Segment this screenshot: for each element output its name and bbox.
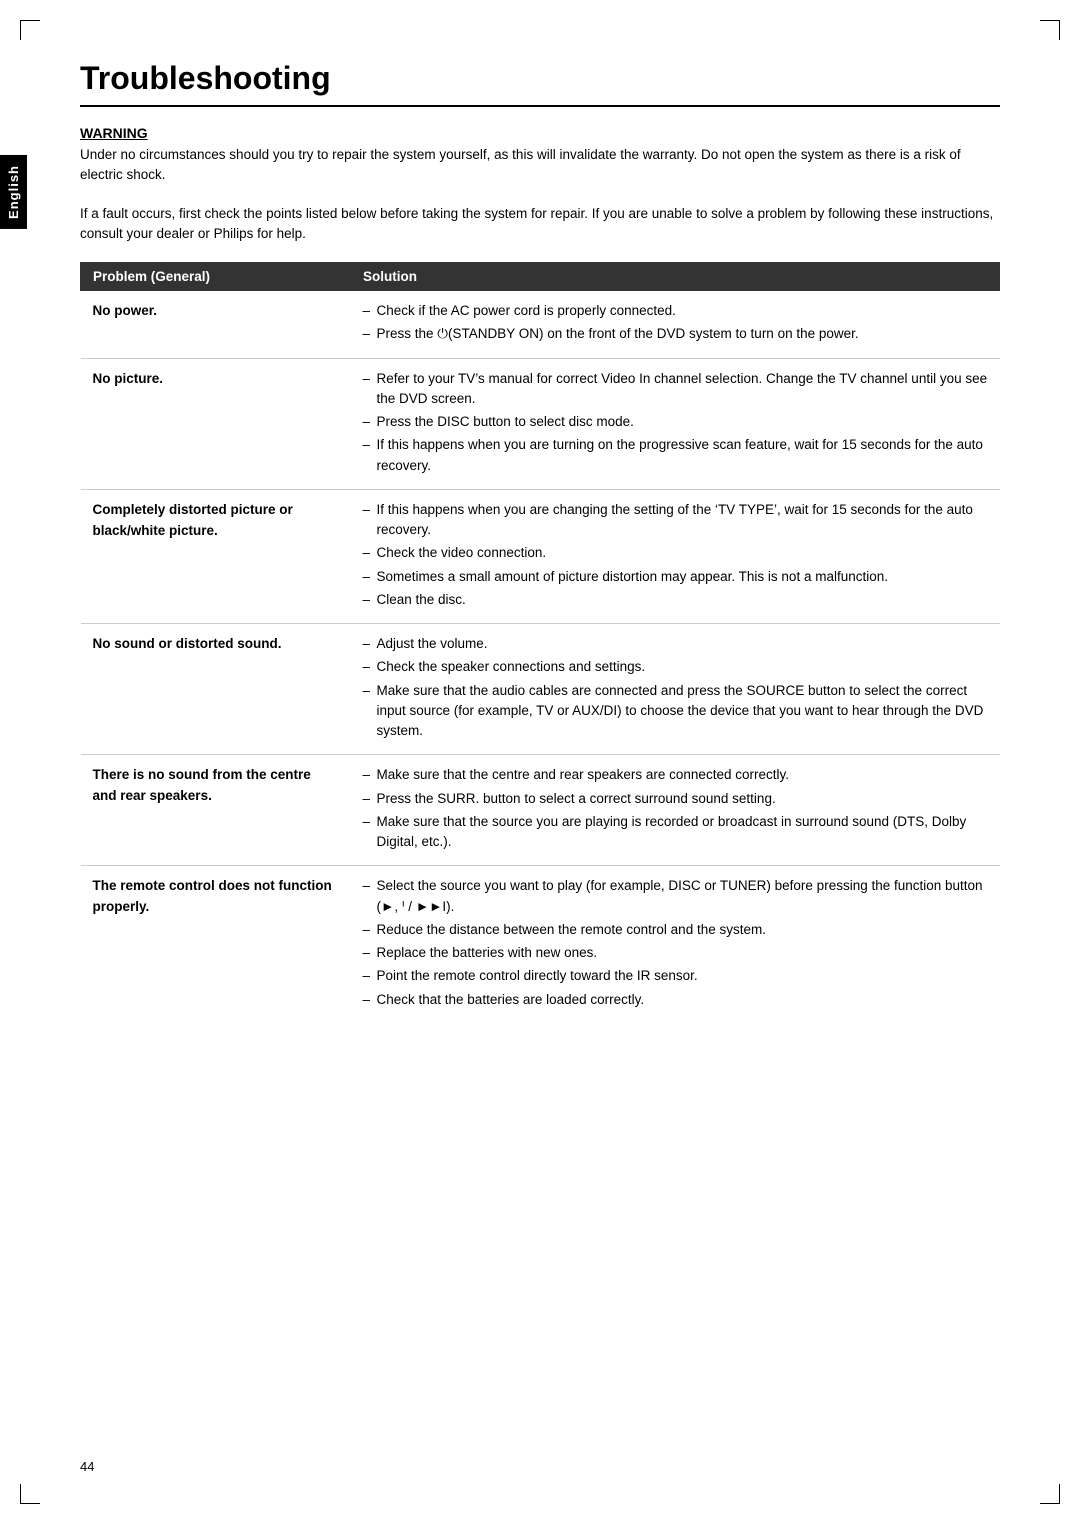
- solution-item: Adjust the volume.: [363, 634, 988, 654]
- solution-item: Check the video connection.: [363, 543, 988, 563]
- solution-item: Check the speaker connections and settin…: [363, 657, 988, 677]
- table-row: Completely distorted picture or black/wh…: [81, 489, 1000, 623]
- solution-cell: If this happens when you are changing th…: [351, 489, 1000, 623]
- solution-list: Check if the AC power cord is properly c…: [363, 301, 988, 345]
- problem-cell: No picture.: [81, 358, 351, 489]
- table-row: The remote control does not function pro…: [81, 866, 1000, 1023]
- corner-mark-bl: [20, 1484, 40, 1504]
- corner-mark-tr: [1040, 20, 1060, 40]
- solution-item: Make sure that the centre and rear speak…: [363, 765, 988, 785]
- problem-cell: No sound or distorted sound.: [81, 624, 351, 755]
- trouble-table: Problem (General) Solution No power. Chec…: [80, 262, 1000, 1023]
- solution-list: If this happens when you are changing th…: [363, 500, 988, 610]
- solution-item: Make sure that the audio cables are conn…: [363, 681, 988, 742]
- corner-mark-tl: [20, 20, 40, 40]
- english-tab: English: [0, 155, 27, 229]
- solution-item: If this happens when you are changing th…: [363, 500, 988, 541]
- problem-cell: No power.: [81, 291, 351, 359]
- table-row: There is no sound from the centre and re…: [81, 755, 1000, 866]
- problem-cell: The remote control does not function pro…: [81, 866, 351, 1023]
- solution-item: Clean the disc.: [363, 590, 988, 610]
- solution-list: Refer to your TV’s manual for correct Vi…: [363, 369, 988, 476]
- warning-text: Under no circumstances should you try to…: [80, 145, 1000, 186]
- solution-item: Check that the batteries are loaded corr…: [363, 990, 988, 1010]
- page-number: 44: [80, 1459, 94, 1474]
- solution-item: Point the remote control directly toward…: [363, 966, 988, 986]
- solution-item: Press the DISC button to select disc mod…: [363, 412, 988, 432]
- solution-item: Check if the AC power cord is properly c…: [363, 301, 988, 321]
- table-row: No power. Check if the AC power cord is p…: [81, 291, 1000, 359]
- solution-cell: Refer to your TV’s manual for correct Vi…: [351, 358, 1000, 489]
- solution-item: Sometimes a small amount of picture dist…: [363, 567, 988, 587]
- solution-item: Refer to your TV’s manual for correct Vi…: [363, 369, 988, 410]
- page-title: Troubleshooting: [80, 60, 1000, 97]
- table-header-problem: Problem (General): [81, 263, 351, 291]
- solution-item: Select the source you want to play (for …: [363, 876, 988, 917]
- table-row: No picture. Refer to your TV’s manual for…: [81, 358, 1000, 489]
- solution-list: Make sure that the centre and rear speak…: [363, 765, 988, 852]
- intro-text: If a fault occurs, first check the point…: [80, 204, 1000, 245]
- warning-heading: WARNING: [80, 125, 1000, 141]
- solution-list: Adjust the volume. Check the speaker conn…: [363, 634, 988, 741]
- corner-mark-br: [1040, 1484, 1060, 1504]
- solution-item: Make sure that the source you are playin…: [363, 812, 988, 853]
- solution-cell: Adjust the volume. Check the speaker conn…: [351, 624, 1000, 755]
- page: English Troubleshooting WARNING Under no…: [0, 0, 1080, 1524]
- solution-cell: Make sure that the centre and rear speak…: [351, 755, 1000, 866]
- problem-cell: Completely distorted picture or black/wh…: [81, 489, 351, 623]
- solution-cell: Select the source you want to play (for …: [351, 866, 1000, 1023]
- solution-list: Select the source you want to play (for …: [363, 876, 988, 1010]
- warning-section: WARNING Under no circumstances should yo…: [80, 125, 1000, 186]
- solution-item: If this happens when you are turning on …: [363, 435, 988, 476]
- problem-cell: There is no sound from the centre and re…: [81, 755, 351, 866]
- title-rule: [80, 105, 1000, 107]
- table-header-solution: Solution: [351, 263, 1000, 291]
- solution-item: Reduce the distance between the remote c…: [363, 920, 988, 940]
- solution-item: Replace the batteries with new ones.: [363, 943, 988, 963]
- solution-cell: Check if the AC power cord is properly c…: [351, 291, 1000, 359]
- solution-item: Press the ⏻(STANDBY ON) on the front of …: [363, 324, 988, 344]
- solution-item: Press the SURR. button to select a corre…: [363, 789, 988, 809]
- table-row: No sound or distorted sound.Adjust the v…: [81, 624, 1000, 755]
